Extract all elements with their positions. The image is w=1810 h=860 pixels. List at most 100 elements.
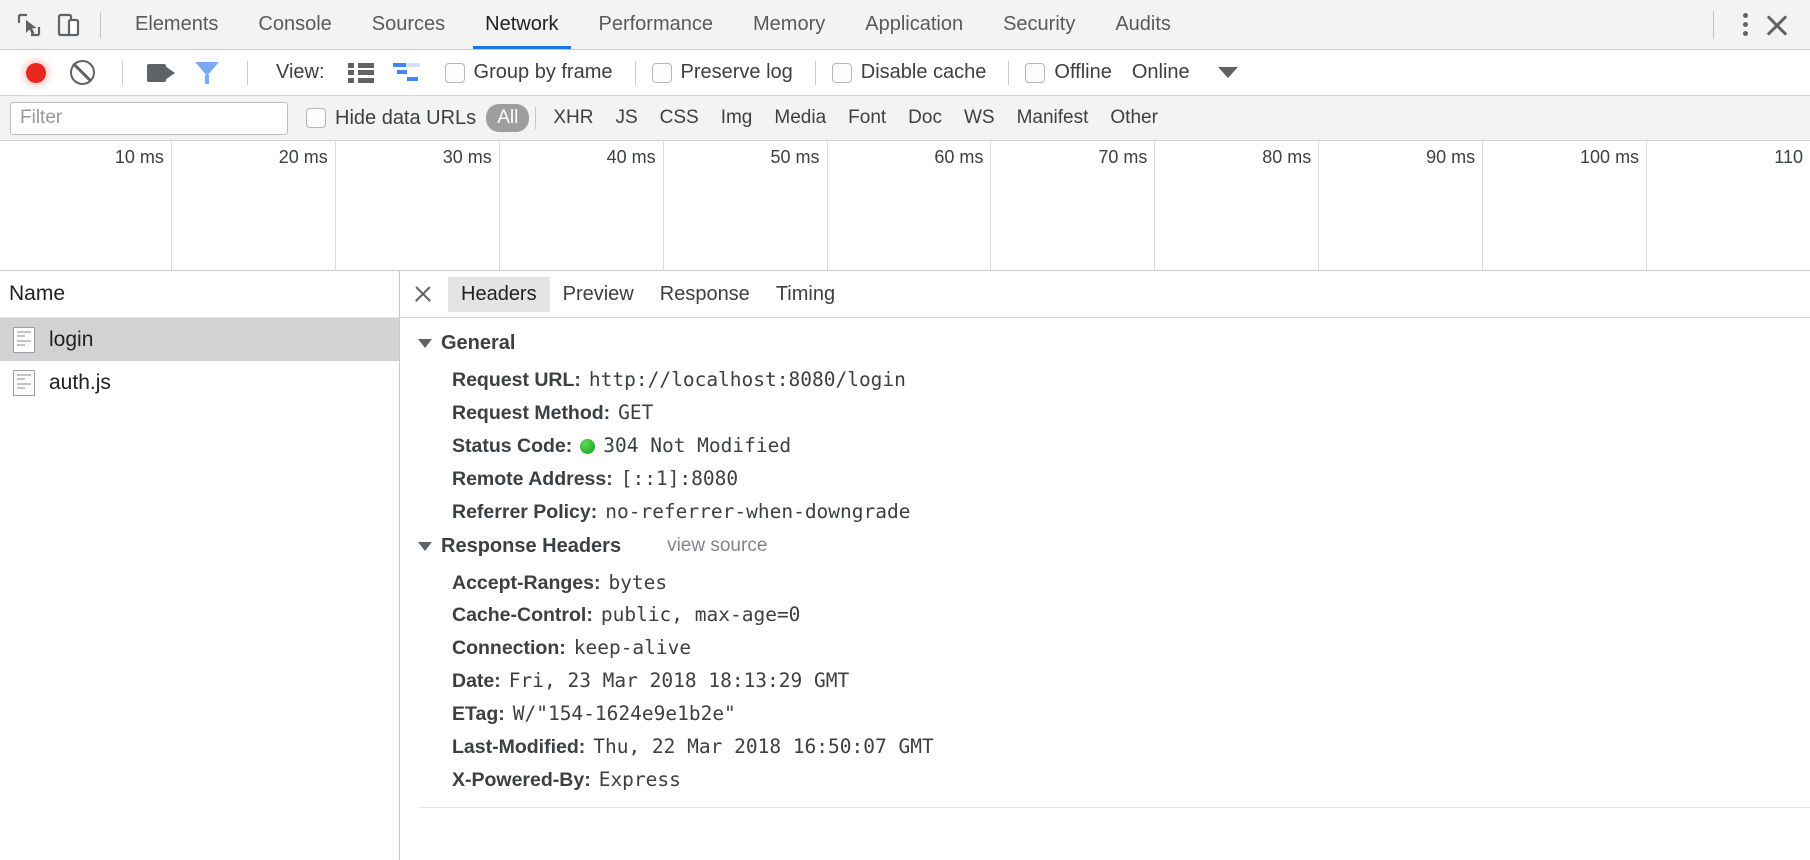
header-value[interactable]: http://localhost:8080/login xyxy=(589,367,906,394)
overview-tick-cell: 110 xyxy=(1647,141,1810,270)
tabbar-actions xyxy=(1697,8,1810,42)
toolbar-divider xyxy=(122,60,123,85)
record-button-icon[interactable] xyxy=(14,54,58,92)
kebab-menu-icon[interactable] xyxy=(1730,13,1760,36)
close-icon[interactable] xyxy=(1760,8,1794,42)
throttling-select[interactable]: Online xyxy=(1132,61,1190,84)
waterfall-view-icon[interactable] xyxy=(385,54,429,92)
filter-manifest[interactable]: Manifest xyxy=(1006,104,1100,132)
network-content: Name login auth.js Headers Preview Respo… xyxy=(0,271,1810,860)
camera-icon[interactable] xyxy=(139,54,183,92)
column-header-name[interactable]: Name xyxy=(0,271,399,318)
search-input[interactable]: Filter xyxy=(10,101,288,135)
tab-headers[interactable]: Headers xyxy=(448,276,550,312)
filter-xhr[interactable]: XHR xyxy=(542,104,604,132)
header-key: Request URL: xyxy=(452,369,581,391)
tab-memory[interactable]: Memory xyxy=(733,0,845,49)
tab-network[interactable]: Network xyxy=(465,0,578,49)
tab-response[interactable]: Response xyxy=(647,277,763,312)
tick-label: 50 ms xyxy=(770,147,820,167)
tab-label: Elements xyxy=(135,13,219,35)
header-row: Connection: keep-alive xyxy=(418,632,1810,665)
overview-tick-cell: 90 ms xyxy=(1319,141,1484,270)
filter-other[interactable]: Other xyxy=(1099,104,1169,132)
hide-data-urls-checkbox[interactable]: Hide data URLs xyxy=(306,107,476,130)
filter-css[interactable]: CSS xyxy=(649,104,710,132)
filter-all[interactable]: All xyxy=(486,104,530,132)
funnel-filter-icon[interactable] xyxy=(185,54,229,92)
tab-performance[interactable]: Performance xyxy=(579,0,734,49)
tab-security[interactable]: Security xyxy=(983,0,1095,49)
tab-audits[interactable]: Audits xyxy=(1095,0,1191,49)
header-value: Fri, 23 Mar 2018 18:13:29 GMT xyxy=(508,669,850,693)
triangle-down-icon xyxy=(418,339,432,348)
header-value: [::1]:8080 xyxy=(620,466,739,490)
overview-tick-cell: 80 ms xyxy=(1155,141,1320,270)
chevron-down-icon[interactable] xyxy=(1217,67,1238,78)
tick-label: 30 ms xyxy=(442,147,492,167)
device-toolbar-icon[interactable] xyxy=(50,6,88,44)
checkbox-label: Offline xyxy=(1054,61,1112,83)
filter-doc[interactable]: Doc xyxy=(897,104,953,132)
tick-label: 40 ms xyxy=(606,147,656,167)
list-view-icon[interactable] xyxy=(339,54,383,92)
response-headers-section: Response Headers view source Accept-Rang… xyxy=(418,535,1810,808)
panel-tabs: Elements Console Sources Network Perform… xyxy=(115,0,1191,49)
filter-ws[interactable]: WS xyxy=(953,104,1006,132)
toolbar-divider xyxy=(634,60,636,85)
tab-elements[interactable]: Elements xyxy=(115,0,238,49)
clear-icon[interactable] xyxy=(60,54,104,92)
header-key: Remote Address: xyxy=(452,467,613,490)
header-key: Referrer Policy: xyxy=(452,500,598,523)
header-key: Cache-Control: xyxy=(452,604,593,627)
header-value: bytes xyxy=(608,570,668,594)
offline-checkbox[interactable]: Offline xyxy=(1025,61,1112,84)
details-tabbar: Headers Preview Response Timing xyxy=(400,271,1810,318)
section-title: Response Headers xyxy=(441,534,622,557)
header-row: Date: Fri, 23 Mar 2018 18:13:29 GMT xyxy=(418,665,1810,698)
cursor-select-icon[interactable] xyxy=(10,6,48,44)
toolbar-divider xyxy=(1008,60,1010,85)
header-row: Request URL: http://localhost:8080/login xyxy=(418,364,1810,397)
overview-lead xyxy=(0,141,8,270)
tick-label: 20 ms xyxy=(278,147,328,167)
tab-timing[interactable]: Timing xyxy=(763,277,848,312)
general-section: General Request URL: http://localhost:80… xyxy=(418,332,1810,529)
tab-sources[interactable]: Sources xyxy=(352,0,465,49)
general-section-header[interactable]: General xyxy=(418,332,1810,355)
table-row[interactable]: login xyxy=(0,318,399,361)
tab-preview[interactable]: Preview xyxy=(550,277,647,312)
status-ok-icon xyxy=(580,438,596,454)
document-icon xyxy=(13,326,35,353)
devtools-window: Elements Console Sources Network Perform… xyxy=(0,0,1810,860)
header-value: 304 Not Modified xyxy=(603,433,792,457)
tab-application[interactable]: Application xyxy=(845,0,983,49)
view-source-link[interactable]: view source xyxy=(667,535,767,557)
table-row[interactable]: auth.js xyxy=(0,361,399,404)
filter-js[interactable]: JS xyxy=(604,104,648,132)
header-key: Accept-Ranges: xyxy=(452,571,601,594)
preserve-log-checkbox[interactable]: Preserve log xyxy=(651,61,793,84)
filter-img[interactable]: Img xyxy=(710,104,764,132)
filter-media[interactable]: Media xyxy=(763,104,837,132)
overview-tick-cell: 20 ms xyxy=(172,141,336,270)
filter-font[interactable]: Font xyxy=(837,104,897,132)
disable-cache-checkbox[interactable]: Disable cache xyxy=(831,61,986,84)
close-icon[interactable] xyxy=(410,281,436,307)
tick-label: 60 ms xyxy=(934,147,984,167)
network-overview-timeline[interactable]: 10 ms 20 ms 30 ms 40 ms 50 ms 60 ms 70 m… xyxy=(0,141,1810,271)
header-key: Date: xyxy=(452,670,501,693)
toolbar-divider xyxy=(247,60,248,85)
document-icon xyxy=(13,369,35,396)
response-headers-section-header[interactable]: Response Headers view source xyxy=(418,535,1810,558)
overview-tick-cell: 100 ms xyxy=(1483,141,1648,270)
group-by-frame-checkbox[interactable]: Group by frame xyxy=(444,61,613,84)
resource-type-filters: All XHR JS CSS Img Media Font Doc WS Man… xyxy=(486,104,1169,132)
tab-console[interactable]: Console xyxy=(238,0,351,49)
header-row: Cache-Control: public, max-age=0 xyxy=(418,599,1810,632)
header-row: Request Method: GET xyxy=(418,397,1810,430)
tick-label: 80 ms xyxy=(1262,147,1312,167)
headers-content: General Request URL: http://localhost:80… xyxy=(400,318,1810,860)
view-label: View: xyxy=(276,61,325,83)
tab-label: Security xyxy=(1003,13,1076,35)
